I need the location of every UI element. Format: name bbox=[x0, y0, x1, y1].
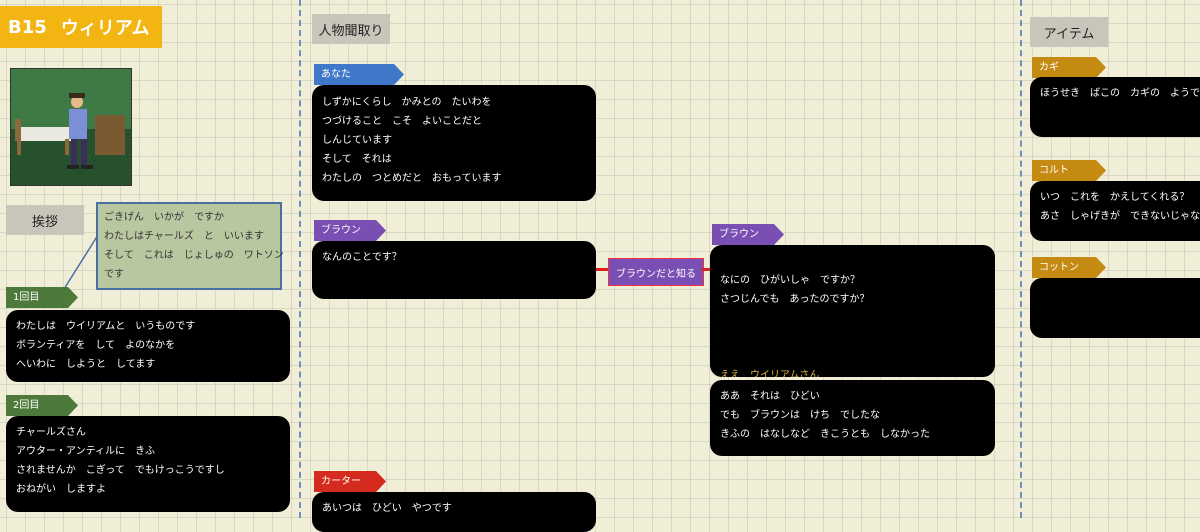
greeting-label: 挨拶 bbox=[6, 205, 84, 235]
visit-tag-2: 2回目 bbox=[6, 395, 78, 416]
person-tag-you: あなた bbox=[314, 64, 404, 85]
brown-2-question: なにの ひがいしゃ ですか？ さつじんでも あったのですか？ bbox=[720, 275, 870, 305]
person-text-brown-3: ああ それは ひどい でも ブラウンは けち でしたな きふの はなしなど きこ… bbox=[710, 380, 995, 456]
column-divider-left bbox=[299, 0, 301, 518]
visit-tag-1: 1回目 bbox=[6, 287, 78, 308]
character-name: ウィリアム bbox=[60, 18, 150, 39]
person-tag-carter: カーター bbox=[314, 471, 386, 492]
brown-2-answer: ええ ウイリアムさん おきのどくに ブラウンさんが さつがい された のです bbox=[720, 370, 820, 377]
person-tag-brown-2: ブラウン bbox=[712, 224, 784, 245]
person-tag-brown: ブラウン bbox=[314, 220, 386, 241]
item-text-colt: いつ これを かえしてくれる？ あさ しゃげきが できないじゃな bbox=[1030, 181, 1200, 241]
person-text-carter: あいつは ひどい やつです bbox=[312, 492, 596, 532]
item-text-cotton bbox=[1030, 278, 1200, 338]
character-code: B15 bbox=[8, 16, 47, 38]
item-tag-colt: コルト bbox=[1032, 160, 1106, 181]
relations-label: 人物聞取り bbox=[312, 14, 390, 44]
visit-text-1: わたしは ウイリアムと いうものです ボランティアを して よのなかを へいわに… bbox=[6, 310, 290, 382]
column-divider-right bbox=[1020, 0, 1022, 518]
character-portrait bbox=[10, 68, 132, 186]
item-text-key: ほうせき ばこの カギの ようで bbox=[1030, 77, 1200, 137]
person-text-brown: なんのことです？ bbox=[312, 241, 596, 299]
person-text-brown-2: なにの ひがいしゃ ですか？ さつじんでも あったのですか？ ええ ウイリアムさ… bbox=[710, 245, 995, 377]
character-title: B15 ウィリアム bbox=[0, 6, 162, 48]
greeting-note: ごきげん いかが ですか わたしはチャールズ と いいます そして これは じょ… bbox=[96, 202, 284, 290]
item-tag-cotton: コットン bbox=[1032, 257, 1106, 278]
visit-text-2: チャールズさん アウター・アンティルに きふ されませんか こぎって でもけっこ… bbox=[6, 416, 290, 512]
items-label: アイテム bbox=[1030, 17, 1108, 47]
item-tag-key: カギ bbox=[1032, 57, 1106, 78]
event-label-brown-known: ブラウンだと知る bbox=[608, 258, 704, 286]
person-text-you: しずかにくらし かみとの たいわを つづけること こそ よいことだと しんじてい… bbox=[312, 85, 596, 201]
